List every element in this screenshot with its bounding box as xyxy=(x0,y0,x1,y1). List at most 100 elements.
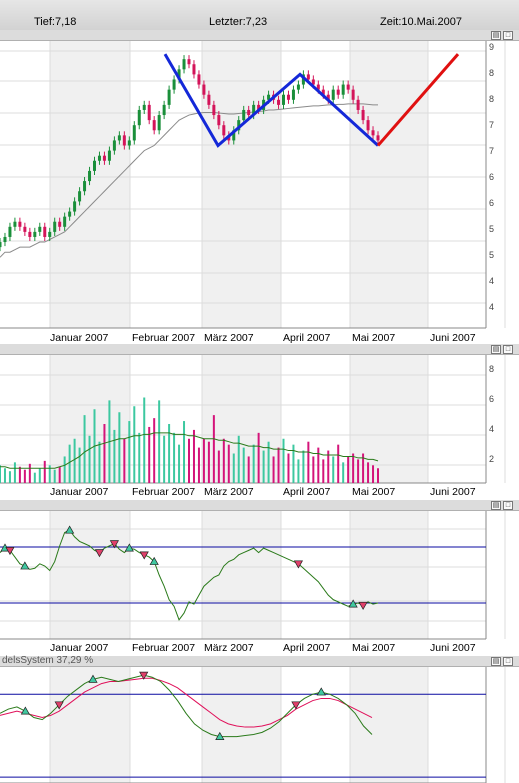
candle-body xyxy=(28,231,32,237)
x-tick-label: Februar 2007 xyxy=(132,332,195,344)
candle-body xyxy=(207,94,211,105)
candle-body xyxy=(361,109,365,121)
system-chart[interactable] xyxy=(0,667,519,783)
y-tick-label: 8 xyxy=(489,364,494,374)
month-band xyxy=(350,511,428,639)
y-tick-label: 8 xyxy=(489,94,494,104)
candle-body xyxy=(197,74,201,85)
candle-body xyxy=(43,226,47,237)
month-band xyxy=(202,667,281,783)
x-tick-label: Mai 2007 xyxy=(352,332,395,344)
candle-body xyxy=(192,64,196,75)
panel-menu-icon[interactable]: ▤ xyxy=(491,501,501,510)
y-tick-label: 6 xyxy=(489,394,494,404)
price-panel-header: ▤ □ xyxy=(0,30,519,41)
candle-body xyxy=(306,74,310,80)
candle-body xyxy=(122,135,126,146)
y-tick-label: 4 xyxy=(489,302,494,312)
x-tick-label: März 2007 xyxy=(204,332,254,344)
candle-body xyxy=(242,109,246,121)
low-label: Tief:7,18 xyxy=(34,16,77,28)
candle-body xyxy=(346,84,350,90)
x-tick-label: Januar 2007 xyxy=(50,642,109,654)
panel-maximize-icon[interactable]: □ xyxy=(503,31,513,40)
candle-body xyxy=(13,221,17,227)
panel-menu-icon[interactable]: ▤ xyxy=(491,657,501,666)
x-tick-label: Juni 2007 xyxy=(430,332,476,344)
x-tick-label: Juni 2007 xyxy=(430,642,476,654)
y-tick-label: 9 xyxy=(489,42,494,52)
candle-body xyxy=(53,221,57,232)
y-tick-label: 5 xyxy=(489,250,494,260)
x-tick-label: März 2007 xyxy=(204,486,254,498)
system-panel-title: delsSystem 37,29 % xyxy=(2,655,94,666)
month-band xyxy=(50,511,130,639)
panel-maximize-icon[interactable]: □ xyxy=(503,501,513,510)
x-tick-label: Januar 2007 xyxy=(50,332,109,344)
x-tick-label: Mai 2007 xyxy=(352,642,395,654)
candle-body xyxy=(63,216,67,227)
candle-body xyxy=(172,79,176,90)
candle-body xyxy=(33,231,37,237)
oscillator-chart[interactable]: Januar 2007 Februar 2007 März 2007 April 20… xyxy=(0,511,519,656)
candle-body xyxy=(3,236,7,243)
y-tick-label: 5 xyxy=(489,224,494,234)
last-price-label: Letzter:7,23 xyxy=(209,16,268,28)
y-tick-label: 6 xyxy=(489,198,494,208)
panel-menu-icon[interactable]: ▤ xyxy=(491,345,501,354)
candle-body xyxy=(152,120,156,131)
candle-body xyxy=(282,94,285,105)
y-tick-label: 7 xyxy=(489,146,494,156)
x-tick-label: Februar 2007 xyxy=(132,486,195,498)
candle-body xyxy=(291,89,295,100)
system-panel: delsSystem 37,29 % ▤ □ xyxy=(0,655,519,783)
candle-body xyxy=(23,226,27,232)
candle-body xyxy=(167,89,171,105)
candle-body xyxy=(187,59,191,65)
candle-body xyxy=(78,191,82,202)
system-panel-header: delsSystem 37,29 % ▤ □ xyxy=(0,655,519,667)
candle-body xyxy=(137,109,141,126)
candle-body xyxy=(107,150,111,161)
candle-body xyxy=(117,135,121,141)
candle-body xyxy=(336,89,340,95)
month-band xyxy=(350,41,428,328)
month-band xyxy=(202,511,281,639)
candle-body xyxy=(142,104,146,110)
candle-body xyxy=(48,231,52,237)
candle-body xyxy=(97,155,101,161)
candle-body xyxy=(68,211,72,217)
candle-body xyxy=(341,84,345,95)
candle-body xyxy=(217,115,221,126)
candle-body xyxy=(351,89,355,100)
candle-body xyxy=(222,125,226,136)
month-band xyxy=(50,667,130,783)
candle-body xyxy=(162,104,166,116)
x-tick-label: April 2007 xyxy=(283,332,330,344)
y-tick-label: 2 xyxy=(489,454,494,464)
x-tick-label: Mai 2007 xyxy=(352,486,395,498)
candle-body xyxy=(277,99,281,105)
panel-maximize-icon[interactable]: □ xyxy=(503,657,513,666)
y-tick-label: 7 xyxy=(489,120,494,130)
x-tick-label: April 2007 xyxy=(283,642,330,654)
candle-body xyxy=(247,109,251,116)
candle-body xyxy=(18,221,22,227)
panel-menu-icon[interactable]: ▤ xyxy=(491,31,501,40)
price-chart[interactable]: Januar 2007 Februar 2007 März 2007 April 20… xyxy=(0,41,519,344)
oscillator-panel-header: ▤ □ xyxy=(0,500,519,511)
y-tick-label: 4 xyxy=(489,276,494,286)
time-label: Zeit:10.Mai.2007 xyxy=(380,16,462,28)
candle-body xyxy=(132,125,136,141)
candle-body xyxy=(296,84,300,90)
candle-body xyxy=(212,104,216,116)
candle-body xyxy=(157,115,161,131)
volume-panel: ▤ □ Januar 2007 Februar 2007 März 2007 April… xyxy=(0,344,519,500)
candle-body xyxy=(371,130,375,136)
candle-body xyxy=(331,89,335,100)
volume-chart[interactable]: Januar 2007 Februar 2007 März 2007 April 20… xyxy=(0,355,519,500)
x-tick-label: Januar 2007 xyxy=(50,486,109,498)
candle-body xyxy=(58,221,62,227)
y-tick-label: 4 xyxy=(489,424,494,434)
panel-maximize-icon[interactable]: □ xyxy=(503,345,513,354)
